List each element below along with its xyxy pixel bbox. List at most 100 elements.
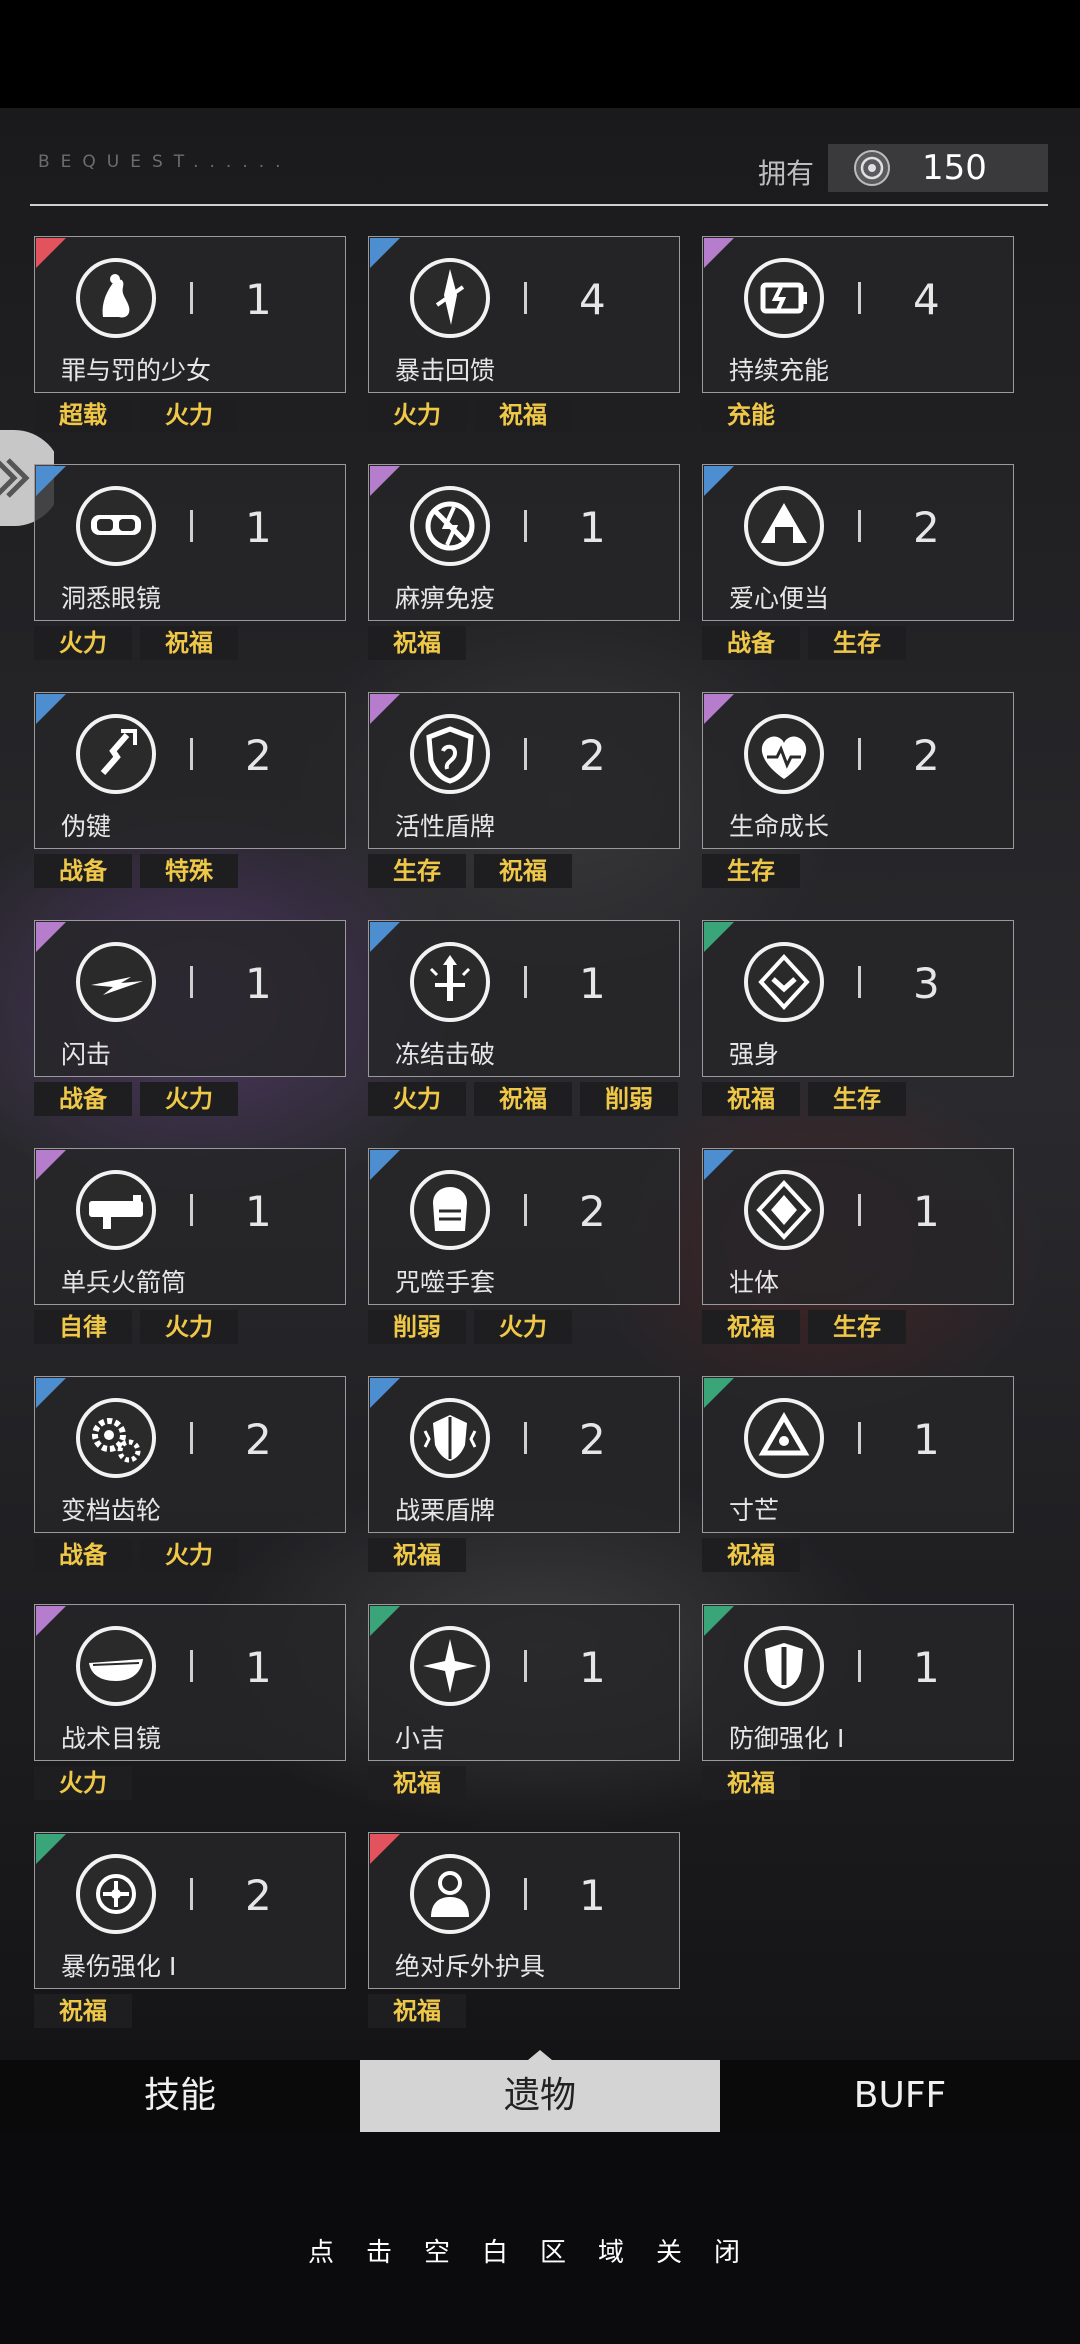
relic-tag: 生存 (808, 1310, 906, 1344)
relic-card[interactable]: 1 闪击 战备 火力 (34, 920, 346, 1116)
rarity-marker (370, 922, 400, 952)
relic-tag: 火力 (34, 626, 132, 660)
relic-card[interactable]: 4 持续充能充能 (702, 236, 1014, 432)
gears-icon (76, 1398, 156, 1478)
relic-card[interactable]: 1 单兵火箭筒 自律 火力 (34, 1148, 346, 1344)
relic-card[interactable]: 2 暴伤强化 Ⅰ 祝福 (34, 1832, 346, 2028)
level-separator (858, 966, 861, 998)
relic-name: 活性盾牌 (395, 812, 496, 841)
goggles-icon (76, 486, 156, 566)
tab-relics[interactable]: 遗物 (360, 2060, 720, 2132)
relic-tag: 充能 (702, 398, 800, 432)
relic-tag: 超载 (34, 398, 132, 432)
crosshair-icon (76, 1854, 156, 1934)
shaking-shield-icon (410, 1398, 490, 1478)
relic-tag: 火力 (140, 1538, 238, 1572)
bequest-title: BEQUEST...... (38, 152, 292, 172)
rarity-marker (704, 1150, 734, 1180)
relic-name: 小吉 (395, 1724, 446, 1753)
relic-tag: 生存 (808, 626, 906, 660)
relic-tag: 火力 (474, 1310, 572, 1344)
relic-name: 罪与罚的少女 (61, 356, 212, 385)
relic-card[interactable]: 1 罪与罚的少女 超载 火力 (34, 236, 346, 432)
own-label: 拥有 (758, 157, 815, 190)
relic-tag: 生存 (808, 1082, 906, 1116)
tab-buff[interactable]: BUFF (720, 2060, 1080, 2132)
relic-card-frame: 1 寸芒 (702, 1376, 1014, 1533)
rarity-marker (370, 238, 400, 268)
relic-tag: 祝福 (368, 1538, 466, 1572)
blade-icon (410, 258, 490, 338)
tab-bar: 技能 遗物 BUFF (0, 2060, 1080, 2132)
visor-icon (76, 1626, 156, 1706)
rarity-marker (370, 1606, 400, 1636)
tab-skills[interactable]: 技能 (0, 2060, 360, 2132)
relic-tag: 火力 (140, 1082, 238, 1116)
level-separator (190, 1422, 193, 1454)
relic-level: 1 (913, 1415, 940, 1464)
relic-level: 1 (245, 959, 272, 1008)
rarity-marker (704, 922, 734, 952)
relic-level: 2 (579, 1187, 606, 1236)
relic-card[interactable]: 2 战栗盾牌 祝福 (368, 1376, 680, 1572)
relic-level: 4 (913, 275, 940, 324)
relic-name: 持续充能 (729, 356, 830, 385)
relic-card[interactable]: 2 咒噬手套 削弱 火力 (368, 1148, 680, 1344)
relic-name: 生命成长 (729, 812, 830, 841)
shield-icon (410, 714, 490, 794)
relic-card[interactable]: 2 生命成长 生存 (702, 692, 1014, 888)
relic-card-frame: 3 强身 (702, 920, 1014, 1077)
relic-card-frame: 1 洞悉眼镜 (34, 464, 346, 621)
relic-card[interactable]: 1 壮体 祝福 生存 (702, 1148, 1014, 1344)
relic-card[interactable]: 2 活性盾牌 生存 祝福 (368, 692, 680, 888)
level-separator (190, 1650, 193, 1682)
relic-name: 单兵火箭筒 (61, 1268, 187, 1297)
relic-tag: 祝福 (368, 626, 466, 660)
close-hint[interactable]: 点击空白区域关闭 (0, 2232, 1080, 2269)
relic-level: 1 (245, 275, 272, 324)
relic-name: 冻结击破 (395, 1040, 496, 1069)
rarity-marker (36, 466, 66, 496)
relic-name: 壮体 (729, 1268, 780, 1297)
level-separator (190, 510, 193, 542)
relic-card[interactable]: 2 变档齿轮 战备 火力 (34, 1376, 346, 1572)
relic-card-frame: 2 伪键 (34, 692, 346, 849)
relic-card[interactable]: 2 伪键 战备 特殊 (34, 692, 346, 888)
relic-card-frame: 2 咒噬手套 (368, 1148, 680, 1305)
frozen-sword-icon (410, 942, 490, 1022)
level-separator (190, 1194, 193, 1226)
relic-tag: 祝福 (34, 1994, 132, 2028)
rocket-launcher-icon (76, 1170, 156, 1250)
header-divider (30, 204, 1048, 206)
relic-card[interactable]: 1 绝对斥外护具 祝福 (368, 1832, 680, 2028)
relic-tag: 祝福 (474, 1082, 572, 1116)
relic-card[interactable]: 4 暴击回馈 火力 祝福 (368, 236, 680, 432)
level-separator (524, 510, 527, 542)
relic-level: 2 (913, 731, 940, 780)
relic-level: 4 (579, 275, 606, 324)
relic-level: 1 (245, 503, 272, 552)
broken-key-icon (76, 714, 156, 794)
relic-tag: 祝福 (702, 1082, 800, 1116)
relic-tag: 祝福 (702, 1310, 800, 1344)
relic-name: 闪击 (61, 1040, 112, 1069)
relic-card[interactable]: 1 小吉 祝福 (368, 1604, 680, 1800)
relic-card[interactable]: 1 战术目镜 火力 (34, 1604, 346, 1800)
relic-card[interactable]: 1 冻结击破 火力 祝福 削弱 (368, 920, 680, 1116)
relic-level: 2 (913, 503, 940, 552)
relic-card[interactable]: 1 防御强化 Ⅰ 祝福 (702, 1604, 1014, 1800)
relic-level: 2 (579, 1415, 606, 1464)
relic-card[interactable]: 2 爱心便当 战备 生存 (702, 464, 1014, 660)
relic-card[interactable]: 1 麻痹免疫 祝福 (368, 464, 680, 660)
heart-pulse-icon (744, 714, 824, 794)
relic-card[interactable]: 1 寸芒 祝福 (702, 1376, 1014, 1572)
relic-name: 战术目镜 (61, 1724, 162, 1753)
star-icon (410, 1626, 490, 1706)
relic-card-frame: 2 暴伤强化 Ⅰ (34, 1832, 346, 1989)
rarity-marker (704, 238, 734, 268)
relic-card[interactable]: 3 强身祝福 生存 (702, 920, 1014, 1116)
rarity-marker (36, 1378, 66, 1408)
rarity-marker (370, 1834, 400, 1864)
relic-level: 2 (579, 731, 606, 780)
relic-card[interactable]: 1 洞悉眼镜 火力 祝福 (34, 464, 346, 660)
